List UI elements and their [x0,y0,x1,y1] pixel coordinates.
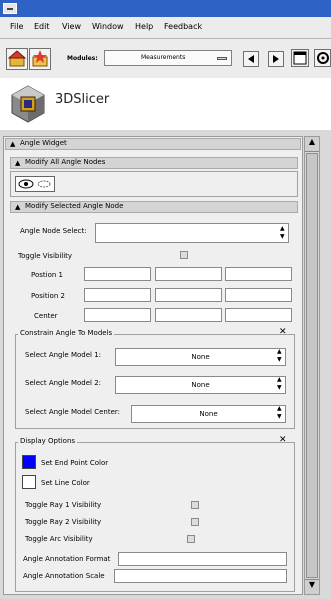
menu-view[interactable]: View [62,22,81,31]
modify-all-header[interactable]: ▲ Modify All Angle Nodes [10,157,298,169]
node-select-label: Angle Node Select: [20,227,87,235]
scroll-thumb[interactable] [306,153,318,578]
favorites-icon [32,50,48,67]
window-menu-icon[interactable] [3,3,17,14]
close-icon[interactable]: ✕ [279,435,287,445]
end-point-color-button[interactable] [22,455,36,469]
angle-widget-title: Angle Widget [20,139,67,147]
modules-select-value: Measurements [141,54,186,61]
display-options-title: Display Options [18,437,78,445]
modify-selected-title: Modify Selected Angle Node [25,202,124,210]
line-color-label: Set Line Color [41,479,90,487]
spin-arrows-icon [280,225,287,241]
model2-label: Select Angle Model 2: [25,379,102,387]
line-color-button[interactable] [22,475,36,489]
menu-help[interactable]: Help [135,22,153,31]
toggle-visibility-checkbox[interactable] [180,251,188,259]
center-x-field[interactable] [84,308,151,322]
toggle-ray1-label: Toggle Ray 1 Visibility [25,501,102,509]
position1-y-field[interactable] [155,267,222,281]
logo-area: 3DSlicer [0,78,331,130]
menu-window[interactable]: Window [92,22,124,31]
spin-arrows-icon [277,348,284,364]
position2-z-field[interactable] [225,288,292,302]
modules-select[interactable]: Measurements [104,50,232,66]
arrow-left-icon [248,55,254,63]
model-center-value: None [199,410,218,418]
center-z-field[interactable] [225,308,292,322]
module-panel: ▲ Angle Widget ▲ Modify All Angle Nodes … [3,136,303,595]
position2-label: Position 2 [31,292,65,300]
toggle-ray2-checkbox[interactable] [191,518,199,526]
toggle-visibility-label: Toggle Visibility [18,252,73,260]
menubar: File Edit View Window Help Feedback [0,17,331,39]
arrow-right-icon [273,55,279,63]
menu-feedback[interactable]: Feedback [164,22,202,31]
center-label: Center [34,312,58,320]
position2-y-field[interactable] [155,288,222,302]
home-icon [7,50,27,67]
model1-select[interactable]: None [115,348,286,366]
close-icon[interactable]: ✕ [279,327,287,337]
collapse-triangle-icon: ▲ [15,203,21,211]
home-button[interactable] [6,48,28,70]
gear-icon [317,52,329,64]
spin-arrows-icon [277,405,284,421]
eye-icon [18,179,51,189]
end-point-color-label: Set End Point Color [41,459,109,467]
modules-label: Modules: [67,55,98,62]
model2-select[interactable]: None [115,376,286,394]
model1-value: None [191,353,210,361]
position1-label: Postion 1 [31,271,63,279]
position2-x-field[interactable] [84,288,151,302]
node-select-combo[interactable] [95,223,289,243]
window-edge [320,136,331,595]
position1-z-field[interactable] [225,267,292,281]
scroll-up-icon[interactable]: ▲ [305,137,319,152]
toggle-arc-label: Toggle Arc Visibility [25,535,93,543]
annotation-format-field[interactable] [118,552,287,566]
window-titlebar [0,0,331,17]
toggle-arc-checkbox[interactable] [187,535,195,543]
next-module-button[interactable] [268,51,284,67]
panel-scrollbar[interactable]: ▲ ▼ [304,136,320,595]
model1-label: Select Angle Model 1: [25,351,102,359]
spin-arrows-icon [277,376,284,392]
previous-module-button[interactable] [243,51,259,67]
annotation-scale-label: Angle Annotation Scale [23,572,105,580]
slicer-logo-icon [11,85,45,123]
collapse-triangle-icon: ▲ [15,159,21,167]
annotation-scale-field[interactable] [114,569,287,583]
menu-file[interactable]: File [10,22,23,31]
settings-button[interactable] [314,49,331,67]
center-y-field[interactable] [155,308,222,322]
logo-text: 3DSlicer [55,92,110,107]
dropdown-arrow-icon [217,57,227,60]
favorites-button[interactable] [29,48,51,70]
model-center-select[interactable]: None [131,405,286,423]
scroll-down-icon[interactable]: ▼ [305,579,319,594]
visibility-menu-button[interactable] [15,176,55,192]
modify-selected-header[interactable]: ▲ Modify Selected Angle Node [10,201,298,213]
menu-edit[interactable]: Edit [34,22,50,31]
position1-x-field[interactable] [84,267,151,281]
toggle-ray2-label: Toggle Ray 2 Visibility [25,518,102,526]
window-icon [293,51,307,65]
collapse-triangle-icon: ▲ [10,140,16,148]
model-center-label: Select Angle Model Center: [25,408,121,416]
modify-all-frame [10,171,298,197]
constrain-title: Constrain Angle To Models [18,329,115,337]
annotation-format-label: Angle Annotation Format [23,555,111,563]
angle-widget-header[interactable]: ▲ Angle Widget [5,138,301,150]
module-list-button[interactable] [291,49,309,67]
toggle-ray1-checkbox[interactable] [191,501,199,509]
modify-all-title: Modify All Angle Nodes [25,158,106,166]
model2-value: None [191,381,210,389]
